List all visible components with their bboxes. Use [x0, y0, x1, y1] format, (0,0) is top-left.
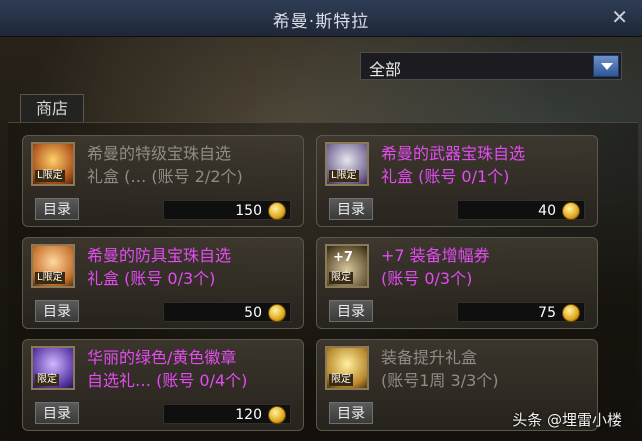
filter-selected-value: 全部 — [369, 60, 402, 79]
item-name: 希曼的武器宝珠自选 礼盒 (账号 0/1个) — [381, 144, 526, 186]
item-price: 50 — [244, 305, 262, 321]
gold-box-icon[interactable]: L限定 — [31, 142, 75, 186]
catalog-button[interactable]: 目录 — [35, 402, 79, 424]
coin-icon — [268, 202, 286, 220]
limited-badge: L限定 — [329, 170, 359, 182]
limited-badge: L限定 — [35, 170, 65, 182]
item-name: 希曼的防具宝珠自选 礼盒 (账号 0/3个) — [87, 246, 232, 288]
plus7-ticket-icon[interactable]: +7 限定 — [325, 244, 369, 288]
golden-box-icon[interactable]: 限定 — [325, 346, 369, 390]
shop-item-card[interactable]: L限定 希曼的特级宝珠自选 礼盒 (… (账号 2/2个) 目录 150 — [22, 135, 304, 227]
coin-icon — [268, 304, 286, 322]
plus7-label: +7 — [333, 250, 353, 265]
silver-box-icon[interactable]: L限定 — [325, 142, 369, 186]
item-name: 装备提升礼盒 (账号1周 3/3个) — [381, 348, 499, 390]
catalog-button[interactable]: 目录 — [329, 300, 373, 322]
item-name: 希曼的特级宝珠自选 礼盒 (… (账号 2/2个) — [87, 144, 243, 186]
shop-item-card[interactable]: +7 限定 +7 装备增幅券 (账号 0/3个) 目录 75 — [316, 237, 598, 329]
item-price: 40 — [538, 203, 556, 219]
orange-box-icon[interactable]: L限定 — [31, 244, 75, 288]
catalog-button[interactable]: 目录 — [35, 300, 79, 322]
catalog-button[interactable]: 目录 — [35, 198, 79, 220]
limited-badge: 限定 — [35, 374, 59, 386]
price-box: 150 — [163, 200, 291, 220]
watermark: 头条 @埋雷小楼 — [512, 411, 622, 429]
item-price: 75 — [538, 305, 556, 321]
shop-item-card[interactable]: 限定 华丽的绿色/黄色徽章 自选礼… (账号 0/4个) 目录 120 — [22, 339, 304, 431]
price-box: 40 — [457, 200, 585, 220]
limited-badge: 限定 — [329, 374, 353, 386]
shop-item-card[interactable]: L限定 希曼的武器宝珠自选 礼盒 (账号 0/1个) 目录 40 — [316, 135, 598, 227]
tab-shop[interactable]: 商店 — [20, 94, 84, 122]
catalog-button[interactable]: 目录 — [329, 198, 373, 220]
shop-item-card[interactable]: L限定 希曼的防具宝珠自选 礼盒 (账号 0/3个) 目录 50 — [22, 237, 304, 329]
window-title: 希曼·斯特拉 — [272, 12, 370, 32]
close-icon[interactable]: ✕ — [611, 5, 628, 29]
limited-badge: L限定 — [35, 272, 65, 284]
item-name: 华丽的绿色/黄色徽章 自选礼… (账号 0/4个) — [87, 348, 248, 390]
coin-icon — [562, 202, 580, 220]
chevron-down-icon[interactable] — [593, 55, 619, 77]
title-bar: 希曼·斯特拉 ✕ — [0, 0, 642, 37]
item-price: 120 — [235, 407, 262, 423]
price-box: 50 — [163, 302, 291, 322]
coin-icon — [562, 304, 580, 322]
price-box: 75 — [457, 302, 585, 322]
purple-box-icon[interactable]: 限定 — [31, 346, 75, 390]
catalog-button[interactable]: 目录 — [329, 402, 373, 424]
coin-icon — [268, 406, 286, 424]
item-name: +7 装备增幅券 (账号 0/3个) — [381, 246, 490, 288]
category-filter-dropdown[interactable]: 全部 — [360, 52, 622, 80]
item-price: 150 — [235, 203, 262, 219]
limited-badge: 限定 — [329, 272, 353, 284]
price-box: 120 — [163, 404, 291, 424]
